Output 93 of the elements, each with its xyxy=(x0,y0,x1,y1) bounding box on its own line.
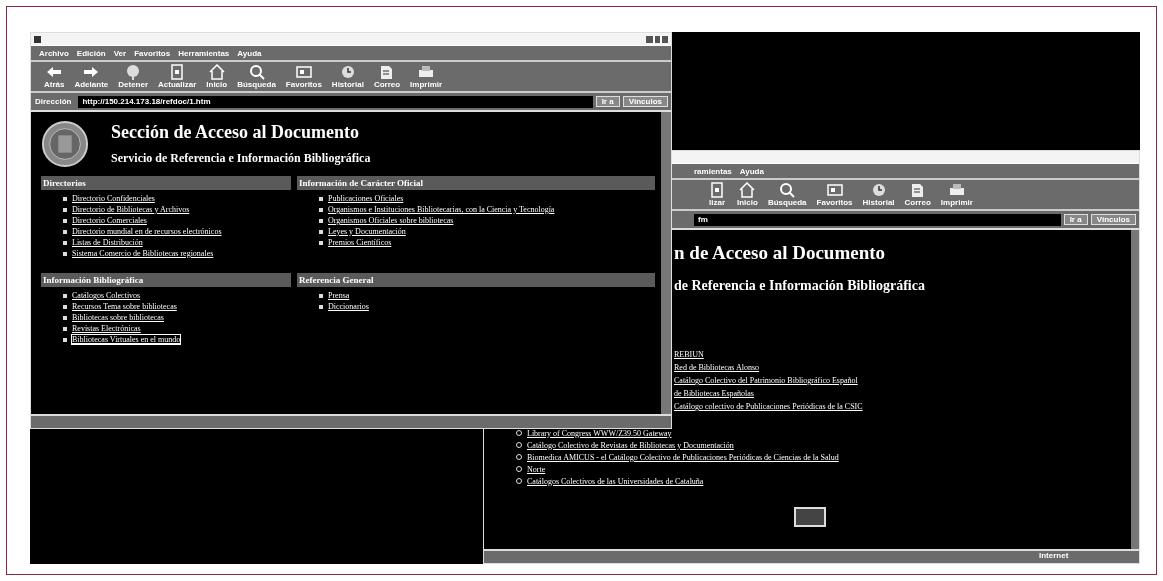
links-button[interactable]: Vínculos xyxy=(622,96,668,107)
link[interactable]: Directorio Comerciales xyxy=(72,216,147,225)
bullet-icon xyxy=(63,337,67,342)
menu-item[interactable]: ramientas xyxy=(694,166,732,176)
section-heading: Referencia General xyxy=(297,273,655,287)
menu-item[interactable]: Herramientas xyxy=(178,48,230,58)
link[interactable]: Revistas Electrónicas xyxy=(72,324,141,333)
link[interactable]: Directorio Confidenciales xyxy=(72,194,155,203)
link[interactable]: Diccionarios xyxy=(328,302,369,311)
menu-item[interactable]: Ayuda xyxy=(739,166,764,176)
section-heading: Información de Carácter Oficial xyxy=(297,176,655,190)
links-button[interactable]: Vínculos xyxy=(1090,214,1136,225)
section-heading: Información Bibliográfica xyxy=(41,273,291,287)
link[interactable]: Catálogo Colectivo de Revistas de Bibliotecas y Documentación xyxy=(527,440,734,450)
toolbar-button[interactable]: Inicio xyxy=(734,182,761,207)
link[interactable]: Catálogo Colectivo del Patrimonio Bibliográfico Español xyxy=(674,376,1123,385)
link[interactable]: Prensa xyxy=(328,291,350,300)
toolbar-button[interactable]: lizar xyxy=(704,182,730,207)
toolbar-button[interactable]: Correo xyxy=(901,182,934,207)
bullet-icon xyxy=(319,240,323,245)
bullet-icon xyxy=(63,196,67,201)
status-zone: Internet xyxy=(1039,551,1070,562)
link[interactable]: Catálogos Colectivos de las Universidades de Cataluña xyxy=(527,476,704,486)
toolbar-button[interactable]: Imprimir xyxy=(407,64,446,89)
page-button[interactable] xyxy=(794,507,826,527)
bullet-icon xyxy=(63,326,67,331)
link[interactable]: Leyes y Documentación xyxy=(328,227,406,236)
link[interactable]: Bibliotecas Virtuales en el mundo xyxy=(72,335,181,344)
bullet-icon xyxy=(63,304,67,309)
link[interactable]: Catálogo colectivo de Publicaciones Periódicas de la CSIC xyxy=(674,402,1123,411)
link[interactable]: Bibliotecas sobre bibliotecas xyxy=(72,313,164,322)
bullet-icon xyxy=(319,218,323,223)
link[interactable]: REBIUN xyxy=(674,350,1123,359)
bullet-icon xyxy=(63,207,67,212)
link[interactable]: Red de Bibliotecas Alonso xyxy=(674,363,1123,372)
toolbar-button[interactable]: Actualizar xyxy=(155,64,200,89)
menu-item[interactable]: Favoritos xyxy=(134,48,171,58)
go-button[interactable]: Ir a xyxy=(1063,214,1088,225)
link[interactable]: Organismos Oficiales sobre bibliotecas xyxy=(328,216,454,225)
address-label: Dirección xyxy=(34,97,73,106)
bullet-icon xyxy=(319,293,323,298)
menu-item[interactable]: Archivo xyxy=(39,48,69,58)
link[interactable]: Directorio de Bibliotecas y Archivos xyxy=(72,205,190,214)
toolbar-button[interactable]: Imprimir xyxy=(937,182,976,207)
link[interactable]: Library of Congress WWW/Z39.50 Gateway xyxy=(527,428,672,438)
toolbar-button[interactable]: Inicio xyxy=(203,64,231,89)
toolbar-button[interactable]: Detener xyxy=(115,64,152,89)
page-title: Sección de Acceso al Documento xyxy=(111,122,360,143)
page-subtitle: Servicio de Referencia e Información Bibliográfica xyxy=(111,151,371,166)
link[interactable]: Biomedica AMICUS - el Catálogo Colectivo de Publicaciones Periódicas de Ciencias de la Salud xyxy=(527,452,839,462)
link[interactable]: de Bibliotecas Españolas xyxy=(674,389,1123,398)
address-field[interactable]: http://150.214.173.18/refdoc/1.htm xyxy=(78,95,593,108)
toolbar-button[interactable]: Historial xyxy=(328,64,367,89)
menu-item[interactable]: Edición xyxy=(76,48,106,58)
toolbar-button[interactable]: Atrás xyxy=(41,64,68,89)
link[interactable]: Sistema Comercio de Bibliotecas regionales xyxy=(72,249,214,258)
toolbar-button[interactable]: Adelante xyxy=(71,64,112,89)
toolbar-button[interactable]: Historial xyxy=(859,182,898,207)
bullet-icon xyxy=(319,196,323,201)
link[interactable]: Recursos Tema sobre bibliotecas xyxy=(72,302,177,311)
link[interactable]: Catálogos Colectivos xyxy=(72,291,141,300)
scrollbar[interactable] xyxy=(1131,230,1139,549)
scrollbar[interactable] xyxy=(661,112,671,414)
page-subtitle: de Referencia e Información Bibliográfica xyxy=(674,278,926,294)
browser-icon xyxy=(34,35,41,43)
bullet-icon xyxy=(63,293,67,298)
link[interactable]: Directorio mundial en de recursos electrónicos xyxy=(72,227,222,236)
bullet-icon xyxy=(63,251,67,256)
link[interactable]: Organismos e Instituciones Bibliotecarias, con la Ciencia y Tecnología xyxy=(328,205,555,214)
link[interactable]: Norte xyxy=(527,464,546,474)
page-title: n de Acceso al Documento xyxy=(674,242,887,264)
section-heading: Directorios xyxy=(41,176,291,190)
link[interactable]: Publicaciones Oficiales xyxy=(328,194,404,203)
link[interactable]: Listas de Distribución xyxy=(72,238,143,247)
toolbar-button[interactable]: Correo xyxy=(370,64,404,89)
link[interactable]: Premios Científicos xyxy=(328,238,392,247)
toolbar-button[interactable]: Favoritos xyxy=(813,182,856,207)
menu-item[interactable]: Ayuda xyxy=(237,48,262,58)
toolbar-button[interactable]: Favoritos xyxy=(282,64,325,89)
address-field[interactable]: fm xyxy=(694,213,1061,226)
toolbar-button[interactable]: Búsqueda xyxy=(764,182,810,207)
go-button[interactable]: Ir a xyxy=(595,96,620,107)
toolbar-button[interactable]: Búsqueda xyxy=(234,64,279,89)
menu-item[interactable]: Ver xyxy=(113,48,127,58)
bullet-icon xyxy=(63,315,67,320)
bullet-icon xyxy=(319,304,323,309)
bullet-icon xyxy=(63,229,67,234)
bullet-icon xyxy=(319,207,323,212)
window-controls-icon[interactable] xyxy=(646,35,668,43)
bullet-icon xyxy=(319,229,323,234)
seal-icon xyxy=(41,120,89,168)
bullet-icon xyxy=(63,240,67,245)
bullet-icon xyxy=(63,218,67,223)
